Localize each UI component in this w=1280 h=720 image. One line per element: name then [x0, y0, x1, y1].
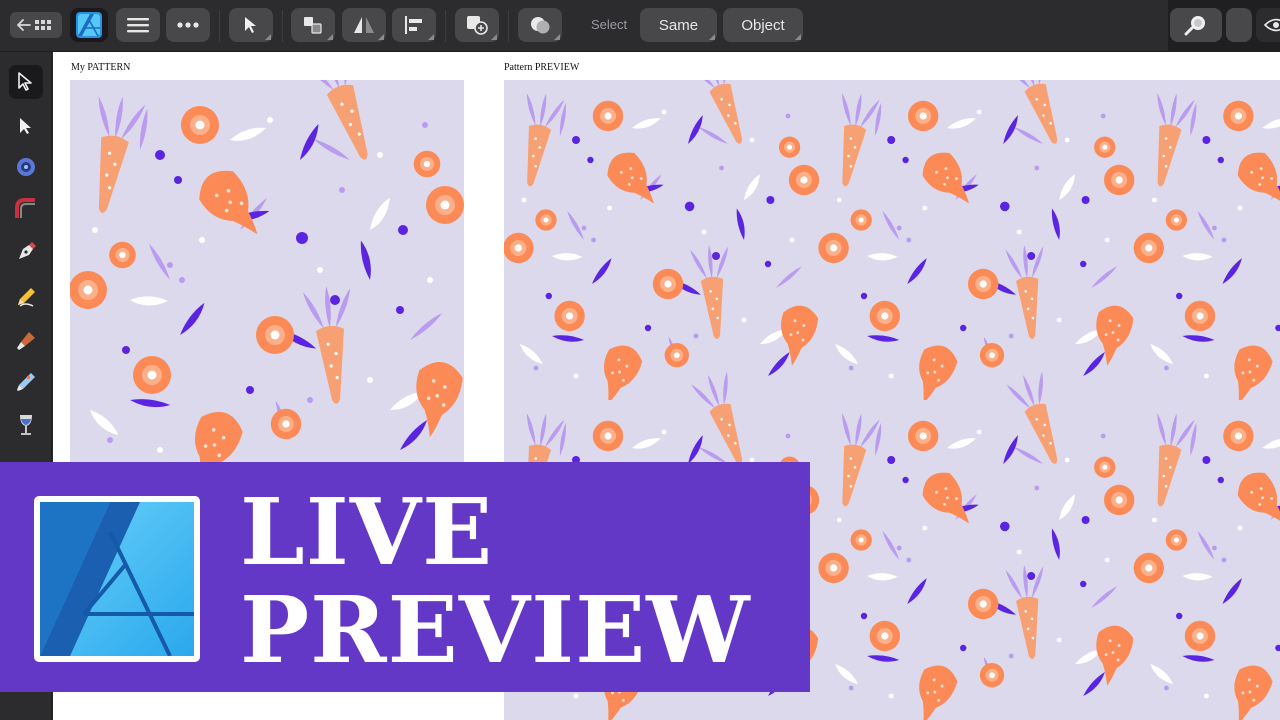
move-tool[interactable] — [9, 65, 43, 99]
hamburger-menu-icon — [127, 18, 149, 33]
pattern-artwork — [70, 80, 464, 480]
boolean-operations-button[interactable] — [518, 8, 562, 42]
designer-persona-button[interactable] — [70, 8, 108, 42]
select-same-label: Same — [658, 16, 699, 34]
live-preview-banner: LIVE PREVIEW — [0, 462, 810, 692]
affinity-designer-logo-icon — [40, 502, 194, 656]
banner-title-line2: PREVIEW — [240, 576, 751, 684]
pen-tool-icon — [19, 242, 36, 259]
move-tool-button[interactable] — [229, 8, 273, 42]
zoom-button[interactable] — [1170, 8, 1222, 42]
more-options-icon — [177, 22, 199, 28]
node-arrow-icon — [20, 118, 31, 134]
select-object-button[interactable]: Object — [723, 8, 803, 42]
arrange-icon — [304, 17, 322, 34]
select-object-label: Object — [741, 16, 785, 34]
toolbar-separator — [282, 10, 283, 42]
pencil-tool[interactable] — [9, 280, 43, 314]
zoom-icon — [1184, 16, 1205, 36]
fill-tool[interactable] — [9, 365, 43, 399]
select-label: Select — [591, 17, 628, 32]
align-button[interactable] — [392, 8, 436, 42]
insert-button[interactable] — [455, 8, 499, 42]
align-icon — [405, 16, 422, 34]
flip-button[interactable] — [342, 8, 386, 42]
move-tool-icon — [245, 17, 256, 33]
arrange-button[interactable] — [291, 8, 335, 42]
view-controls — [1168, 0, 1280, 52]
boolean-operations-icon — [531, 17, 550, 34]
affinity-designer-logo — [34, 496, 200, 662]
toolbar-separator — [219, 10, 220, 42]
select-same-button[interactable]: Same — [640, 8, 717, 42]
app-window: Select Same Object My PATTERN Pattern PR… — [0, 0, 1280, 720]
corner-tool[interactable] — [9, 192, 43, 226]
corner-tool-icon — [15, 198, 35, 218]
fill-tool-icon — [17, 373, 35, 391]
insert-object-icon — [467, 16, 488, 35]
toolbar-separator — [445, 10, 446, 42]
affinity-designer-icon — [76, 12, 102, 38]
contour-tool[interactable] — [9, 150, 43, 184]
preview-artboard-title: Pattern PREVIEW — [504, 62, 580, 73]
vector-brush-tool[interactable] — [9, 324, 43, 358]
pen-tool[interactable] — [9, 235, 43, 269]
toolbar-separator — [508, 10, 509, 42]
back-arrow-grid-icon — [17, 19, 51, 31]
view-mode-button[interactable] — [1256, 8, 1280, 42]
pattern-artboard-title: My PATTERN — [71, 62, 131, 73]
contour-tool-icon — [17, 158, 35, 176]
top-toolbar: Select Same Object — [0, 0, 1280, 52]
flip-icon — [354, 17, 374, 33]
more-options-button[interactable] — [166, 8, 210, 42]
pencil-tool-icon — [18, 288, 35, 307]
banner-title-line1: LIVE — [240, 478, 494, 586]
brush-tool-icon — [17, 332, 35, 350]
zoom-options-button[interactable] — [1226, 8, 1252, 42]
wine-glass-icon — [20, 415, 32, 435]
pattern-artboard[interactable] — [70, 80, 464, 480]
move-arrow-icon — [18, 72, 32, 91]
view-mode-icon — [1263, 18, 1280, 32]
transparency-tool[interactable] — [9, 408, 43, 442]
main-menu-button[interactable] — [116, 8, 160, 42]
documents-back-button[interactable] — [10, 12, 62, 38]
node-tool[interactable] — [9, 109, 43, 143]
